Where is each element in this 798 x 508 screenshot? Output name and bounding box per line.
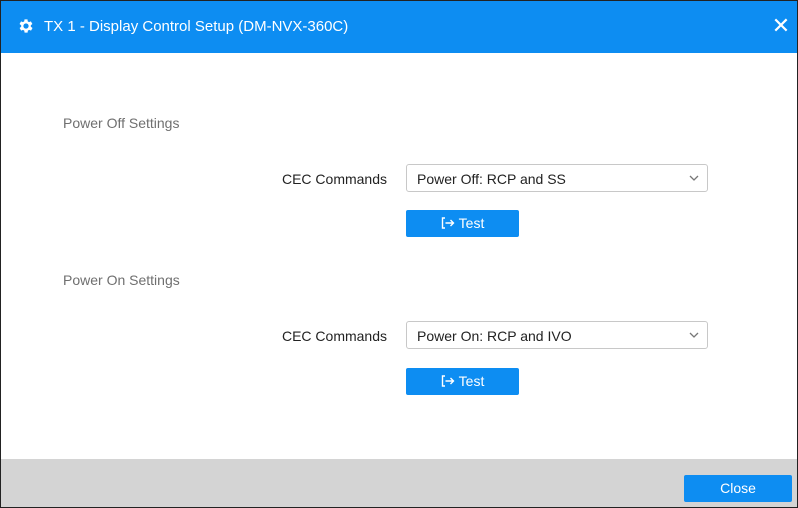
gear-icon [19, 19, 33, 33]
chevron-down-icon [689, 332, 699, 338]
power-on-test-label: Test [458, 373, 485, 389]
power-on-cec-label: CEC Commands [281, 328, 387, 344]
display-control-setup-dialog: TX 1 - Display Control Setup (DM-NVX-360… [0, 0, 798, 508]
chevron-down-icon [689, 175, 699, 181]
power-off-cec-select[interactable]: Power Off: RCP and SS [406, 164, 708, 192]
power-on-cec-select[interactable]: Power On: RCP and IVO [406, 321, 708, 349]
power-off-test-button[interactable]: Test [406, 210, 519, 237]
power-on-test-button[interactable]: Test [406, 368, 519, 395]
sign-in-arrow-icon [441, 217, 455, 229]
power-on-section-title: Power On Settings [63, 272, 180, 288]
dialog-title: TX 1 - Display Control Setup (DM-NVX-360… [44, 18, 349, 35]
close-button[interactable]: Close [684, 475, 792, 502]
dialog-titlebar: TX 1 - Display Control Setup (DM-NVX-360… [1, 1, 797, 53]
power-off-test-label: Test [458, 215, 485, 231]
sign-in-arrow-icon [441, 375, 455, 387]
power-on-cec-selected-value: Power On: RCP and IVO [417, 328, 572, 344]
dialog-footer: Close [1, 459, 797, 507]
power-off-cec-label: CEC Commands [281, 171, 387, 187]
close-icon[interactable]: ✕ [771, 15, 791, 37]
power-off-cec-selected-value: Power Off: RCP and SS [417, 171, 566, 187]
power-off-section-title: Power Off Settings [63, 115, 180, 131]
